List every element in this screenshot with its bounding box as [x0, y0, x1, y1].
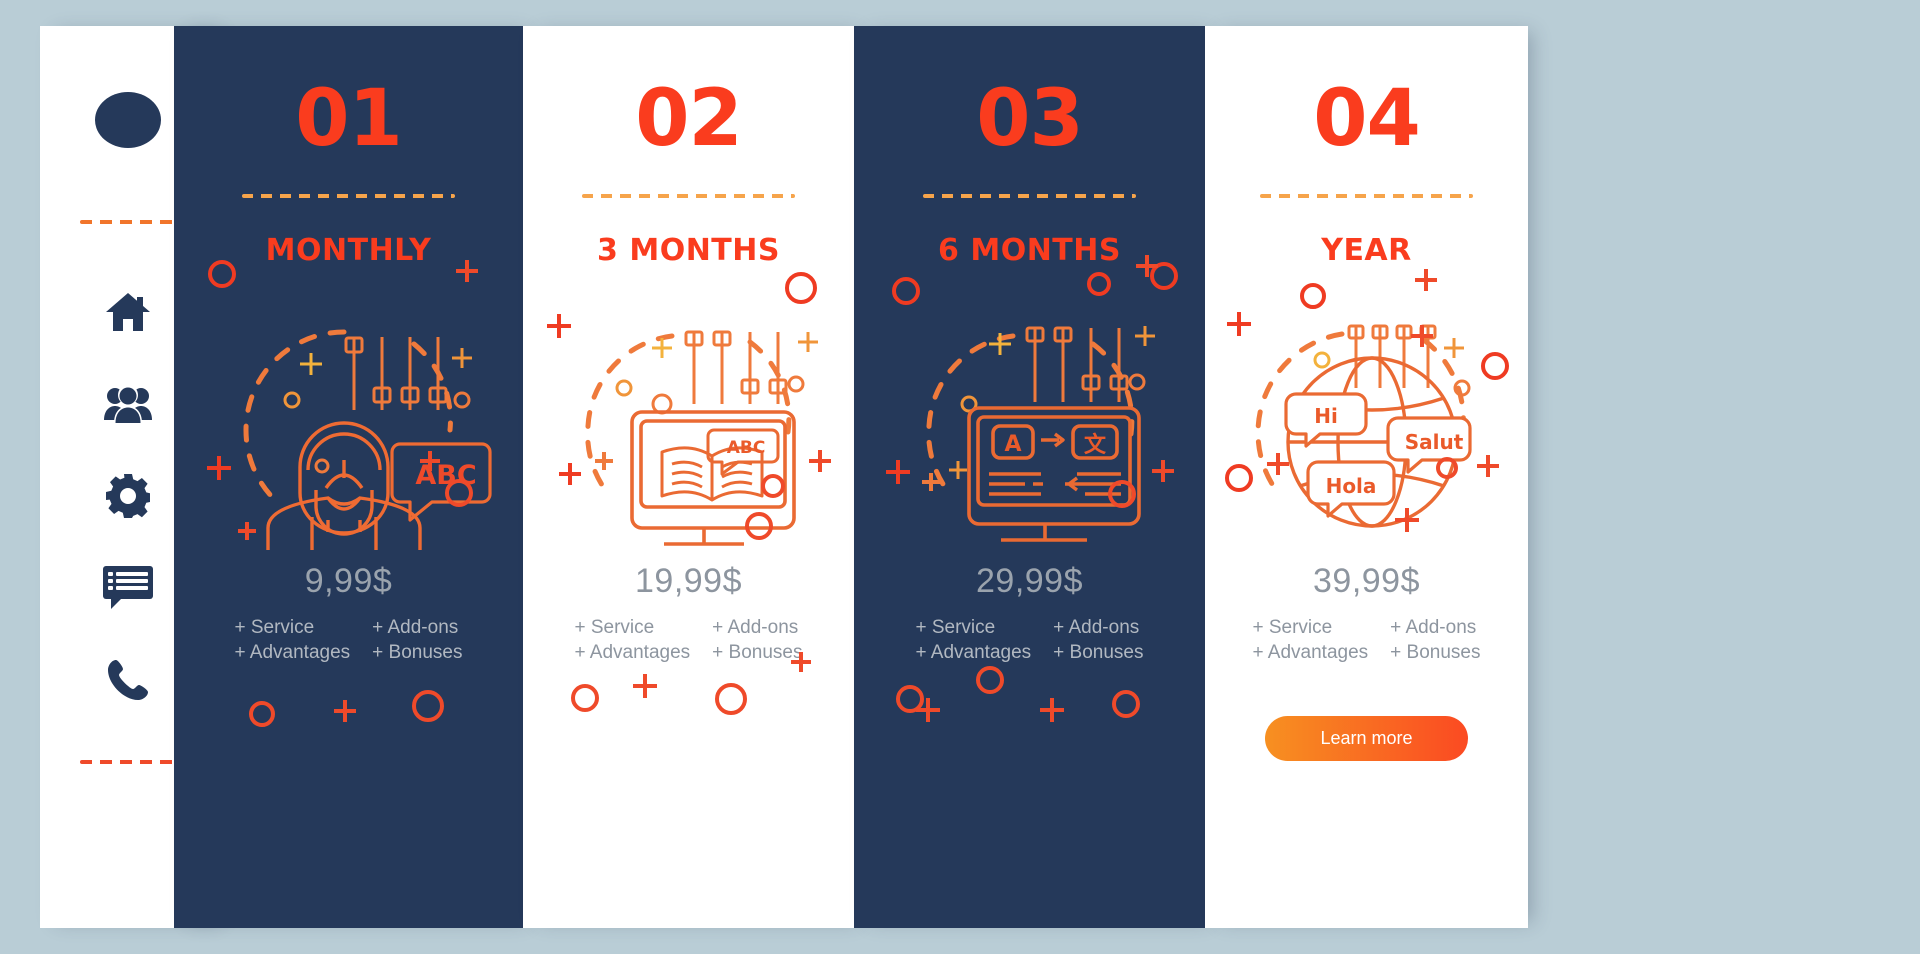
sidebar-item-call[interactable] [93, 645, 163, 715]
plan-card-monthly[interactable]: 01 MONTHLY ABC 9,99$ + Service + Add-ons… [174, 26, 523, 928]
illustration-tutor-abc: ABC [204, 292, 494, 552]
bubble-text: ABC [415, 460, 476, 491]
feature-service: + Service [1252, 617, 1333, 638]
plan-card-3months[interactable]: 02 3 MONTHS ABC 19,99$ + Service + Add-o… [523, 26, 854, 928]
feature-service: + Service [234, 617, 315, 638]
chat-list-icon [102, 566, 153, 610]
plan-title: MONTHLY [265, 233, 432, 268]
plan-number-rule [1260, 194, 1473, 198]
feature-addons: + Add-ons [712, 617, 799, 638]
illustration-globe-greetings: Hi Salut Hola [1222, 292, 1512, 552]
sidebar-item-messages[interactable] [93, 553, 163, 623]
feature-bonuses: + Bonuses [372, 642, 463, 663]
home-icon [105, 291, 151, 333]
plan-features: + Service + Add-ons + Advantages + Bonus… [574, 617, 802, 664]
plan-price: 29,99$ [976, 562, 1083, 600]
plan-number: 02 [635, 74, 743, 164]
plan-features: + Service + Add-ons + Advantages + Bonus… [915, 617, 1143, 664]
plan-number: 04 [1313, 74, 1421, 164]
feature-bonuses: + Bonuses [1053, 642, 1144, 663]
feature-service: + Service [574, 617, 655, 638]
sidebar-divider-top [79, 220, 176, 224]
plan-number: 01 [295, 74, 403, 164]
plan-price: 19,99$ [635, 562, 742, 600]
phone-icon [107, 659, 149, 701]
plan-price: 39,99$ [1313, 562, 1420, 600]
bubble-salut-text: Salut [1404, 430, 1463, 454]
feature-addons: + Add-ons [372, 617, 459, 638]
bubble-hi-text: Hi [1314, 404, 1338, 428]
plan-title: 3 MONTHS [597, 233, 780, 268]
feature-advantages: + Advantages [1252, 642, 1369, 663]
plan-title: 6 MONTHS [938, 233, 1121, 268]
sidebar-item-users[interactable] [93, 369, 163, 439]
plan-card-6months[interactable]: 03 6 MONTHS A 文 29,99$ + Service + Add-o… [854, 26, 1205, 928]
sidebar-item-home[interactable] [93, 277, 163, 347]
sidebar-item-settings[interactable] [93, 461, 163, 531]
feature-bonuses: + Bonuses [1390, 642, 1481, 663]
plan-number: 03 [976, 74, 1084, 164]
plan-card-year[interactable]: 04 YEAR Hi Salut Hola 39,99$ + Service +… [1205, 26, 1528, 928]
sidebar-divider-bottom [79, 760, 176, 764]
users-icon [103, 384, 152, 424]
feature-addons: + Add-ons [1390, 617, 1477, 638]
plan-number-rule [923, 194, 1136, 198]
plan-price: 9,99$ [304, 562, 393, 600]
plan-features: + Service + Add-ons + Advantages + Bonus… [234, 617, 462, 664]
feature-service: + Service [915, 617, 996, 638]
target-lang-text: 文 [1083, 432, 1106, 458]
learn-more-button[interactable]: Learn more [1265, 716, 1468, 761]
plan-features: + Service + Add-ons + Advantages + Bonus… [1252, 617, 1480, 664]
book-text: ABC [726, 438, 765, 458]
logo-dot[interactable] [94, 92, 161, 148]
feature-advantages: + Advantages [574, 642, 691, 663]
feature-addons: + Add-ons [1053, 617, 1140, 638]
app-root: 01 MONTHLY ABC 9,99$ + Service + Add-ons… [0, 0, 1920, 954]
source-lang-text: A [1004, 432, 1021, 457]
illustration-translation-screen: A 文 [885, 292, 1175, 552]
gear-icon [105, 474, 150, 518]
plan-number-rule [582, 194, 795, 198]
feature-advantages: + Advantages [234, 642, 351, 663]
plan-number-rule [242, 194, 455, 198]
feature-bonuses: + Bonuses [712, 642, 803, 663]
bubble-hola-text: Hola [1325, 474, 1376, 498]
plan-title: YEAR [1321, 233, 1412, 268]
feature-advantages: + Advantages [915, 642, 1032, 663]
illustration-monitor-book: ABC [544, 292, 834, 552]
